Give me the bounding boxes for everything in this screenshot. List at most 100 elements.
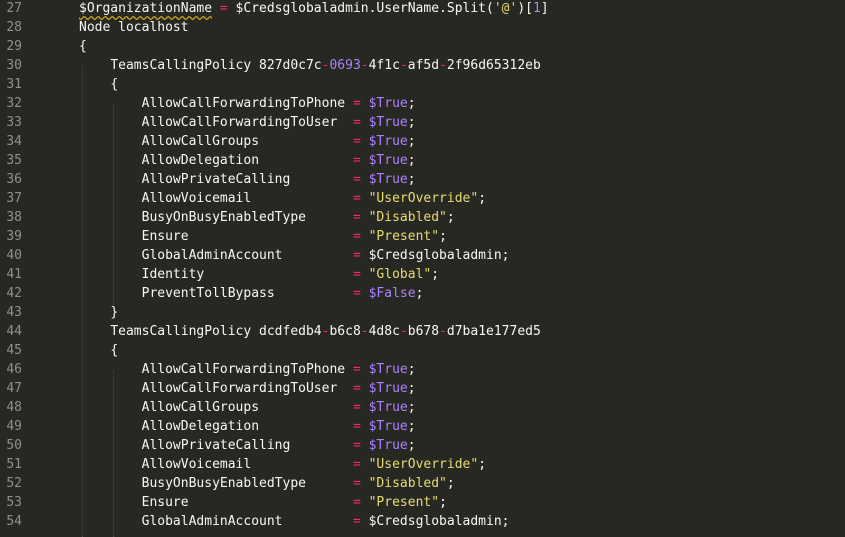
code-line[interactable]: 47 AllowCallForwardingToUser = $True; xyxy=(0,379,845,398)
code-line[interactable]: 40 GlobalAdminAccount = $Credsglobaladmi… xyxy=(0,246,845,265)
token-op: = xyxy=(352,267,361,282)
code-line[interactable]: 45 { xyxy=(0,341,845,360)
code-line[interactable]: 29 { xyxy=(0,37,845,56)
code-line[interactable]: 54 GlobalAdminAccount = $Credsglobaladmi… xyxy=(0,512,845,531)
code-line[interactable]: 38 BusyOnBusyEnabledType = "Disabled"; xyxy=(0,208,845,227)
code-line[interactable]: 32 AllowCallForwardingToPhone = $True; xyxy=(0,94,845,113)
line-number: 45 xyxy=(6,343,22,358)
code-text: AllowVoicemail = "UserOverride"; xyxy=(79,189,486,208)
code-line[interactable]: 44 TeamsCallingPolicy dcdfedb4-b6c8-4d8c… xyxy=(0,322,845,341)
line-number: 28 xyxy=(6,20,22,35)
token-op: = xyxy=(352,191,361,206)
token-txt: ; xyxy=(439,495,447,510)
code-text: } xyxy=(79,303,118,322)
code-line[interactable]: 30 TeamsCallingPolicy 827d0c7c-0693-4f1c… xyxy=(0,56,845,75)
token-op: = xyxy=(352,495,361,510)
token-bool: $False xyxy=(368,286,416,301)
code-line[interactable]: 28 Node localhost xyxy=(0,18,845,37)
token-txt: ; xyxy=(431,267,440,282)
token-bool: $True xyxy=(368,419,408,434)
token-op: - xyxy=(399,58,408,73)
code-text: $OrganizationName = $Credsglobaladmin.Us… xyxy=(79,0,549,18)
code-line[interactable]: 36 AllowPrivateCalling = $True; xyxy=(0,170,845,189)
code-line[interactable]: 53 Ensure = "Present"; xyxy=(0,493,845,512)
token-bool: $True xyxy=(368,115,408,130)
token-txt: ; xyxy=(446,476,455,491)
code-line[interactable]: 27 $OrganizationName = $Credsglobaladmin.… xyxy=(0,0,845,18)
line-number: 41 xyxy=(6,267,22,282)
token-op: = xyxy=(352,438,361,453)
code-line[interactable]: 34 AllowCallGroups = $True; xyxy=(0,132,845,151)
code-line[interactable]: 49 AllowDelegation = $True; xyxy=(0,417,845,436)
token-txt: GlobalAdminAccount xyxy=(141,514,353,529)
code-text: GlobalAdminAccount = $Credsglobaladmin; xyxy=(79,246,510,265)
code-line[interactable]: 51 AllowVoicemail = "UserOverride"; xyxy=(0,455,845,474)
code-text: { xyxy=(79,341,118,360)
token-op: = xyxy=(352,134,361,149)
code-text: { xyxy=(79,37,87,56)
line-number: 34 xyxy=(6,134,22,149)
token-op: = xyxy=(352,362,361,377)
token-str: "Global" xyxy=(368,267,432,282)
token-txt: AllowVoicemail xyxy=(141,457,353,472)
token-op: - xyxy=(360,58,369,73)
token-txt: AllowCallGroups xyxy=(141,134,353,149)
token-op: = xyxy=(352,400,361,415)
token-op: - xyxy=(360,324,369,339)
token-txt: 4d8c xyxy=(368,324,400,339)
token-txt: 4f1c xyxy=(368,58,400,73)
token-num: 0693 xyxy=(329,58,361,73)
token-bool: $True xyxy=(368,134,408,149)
code-line[interactable]: 48 AllowCallGroups = $True; xyxy=(0,398,845,417)
code-line[interactable]: 33 AllowCallForwardingToUser = $True; xyxy=(0,113,845,132)
code-line[interactable]: 39 Ensure = "Present"; xyxy=(0,227,845,246)
code-line[interactable]: 52 BusyOnBusyEnabledType = "Disabled"; xyxy=(0,474,845,493)
code-line[interactable]: 37 AllowVoicemail = "UserOverride"; xyxy=(0,189,845,208)
line-number: 40 xyxy=(6,248,22,263)
code-text: BusyOnBusyEnabledType = "Disabled"; xyxy=(79,208,455,227)
code-text: Ensure = "Present"; xyxy=(79,227,447,246)
token-txt: b678 xyxy=(407,324,440,339)
token-txt: AllowDelegation xyxy=(141,419,353,434)
code-line[interactable]: 46 AllowCallForwardingToPhone = $True; xyxy=(0,360,845,379)
token-txt: AllowCallForwardingToUser xyxy=(141,381,353,396)
token-str: "Present" xyxy=(368,495,440,510)
line-number: 35 xyxy=(6,153,22,168)
code-line[interactable]: 35 AllowDelegation = $True; xyxy=(0,151,845,170)
code-text: Identity = "Global"; xyxy=(79,265,439,284)
token-txt: { xyxy=(110,77,119,92)
code-line[interactable]: 43 } xyxy=(0,303,845,322)
line-number: 47 xyxy=(6,381,22,396)
line-number: 32 xyxy=(6,96,22,111)
code-line[interactable]: 42 PreventTollBypass = $False; xyxy=(0,284,845,303)
token-txt: ; xyxy=(478,457,487,472)
code-line[interactable]: 41 Identity = "Global"; xyxy=(0,265,845,284)
code-text: AllowCallGroups = $True; xyxy=(79,132,416,151)
code-text: AllowCallForwardingToPhone = $True; xyxy=(79,94,416,113)
code-line[interactable]: 50 AllowPrivateCalling = $True; xyxy=(0,436,845,455)
code-text: AllowDelegation = $True; xyxy=(79,151,416,170)
token-txt: TeamsCallingPolicy 827d0c7c xyxy=(110,58,322,73)
token-str: "UserOverride" xyxy=(368,457,479,472)
token-bool: $True xyxy=(368,172,408,187)
token-txt: ; xyxy=(415,286,424,301)
token-op: = xyxy=(352,172,361,187)
code-editor[interactable]: 27 $OrganizationName = $Credsglobaladmin.… xyxy=(0,0,845,537)
code-line[interactable]: 31 { xyxy=(0,75,845,94)
code-text: { xyxy=(79,75,118,94)
